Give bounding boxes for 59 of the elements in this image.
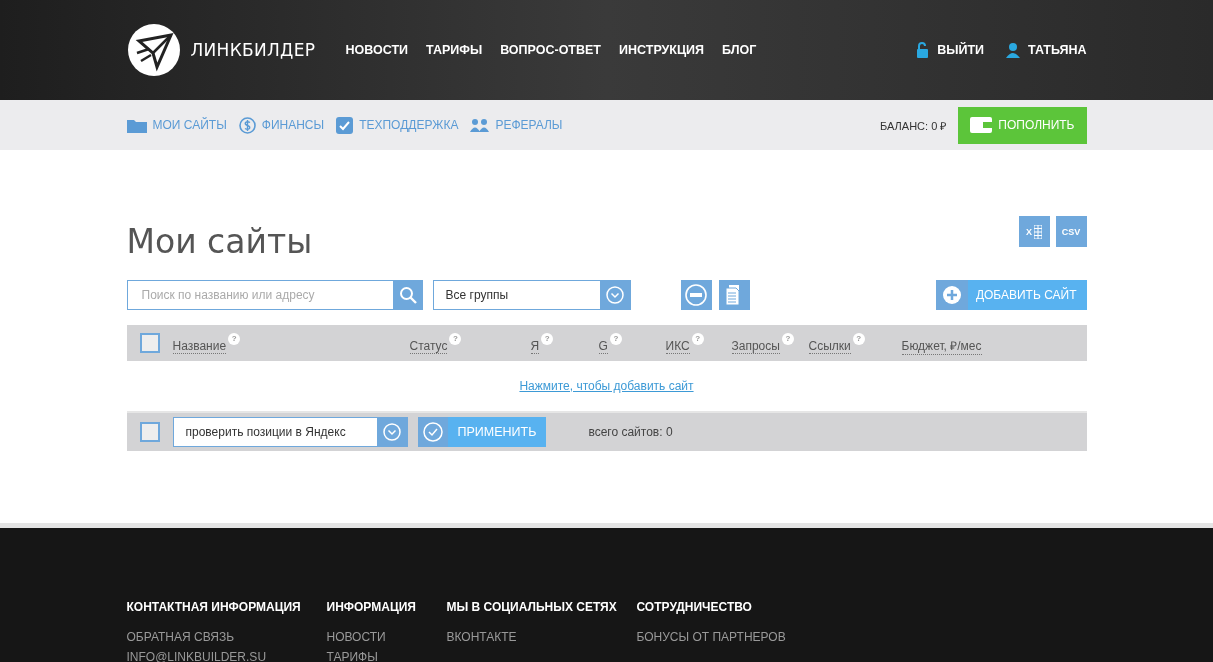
- check-badge-icon: [336, 116, 354, 134]
- site-count-text: всего сайтов: 0: [588, 425, 673, 439]
- column-header[interactable]: Бюджет, ₽/мес: [901, 337, 982, 355]
- footer-link[interactable]: INFO@LINKBUILDER.SU: [126, 650, 267, 662]
- footer-link[interactable]: НОВОСТИ: [326, 630, 386, 644]
- chevron-down-icon: [605, 286, 624, 304]
- check-circle-icon: [422, 422, 443, 442]
- column-header[interactable]: Я: [530, 338, 540, 354]
- column-header[interactable]: ИКС: [665, 338, 690, 354]
- column-header[interactable]: Ссылки: [808, 338, 851, 354]
- people-icon: [470, 117, 490, 133]
- balance-text: БАЛАНС: 0 ₽: [880, 118, 947, 133]
- help-icon[interactable]: ?: [691, 332, 704, 345]
- nav-link[interactable]: ВОПРОС-ОТВЕТ: [500, 43, 601, 57]
- dollar-coin-icon: [238, 116, 256, 134]
- footer-link[interactable]: ТАРИФЫ: [326, 650, 378, 662]
- search-field[interactable]: Поиск по названию или адресу: [126, 280, 393, 310]
- help-icon[interactable]: ?: [228, 332, 241, 345]
- help-icon[interactable]: ?: [449, 332, 462, 345]
- action-dropdown[interactable]: проверить позиции в Яндекс: [172, 417, 408, 447]
- checkbox[interactable]: [139, 422, 160, 442]
- unlocked-padlock-icon: [915, 42, 930, 58]
- plus-circle-icon: [942, 286, 961, 304]
- page-title: Мои сайты: [126, 222, 313, 261]
- column-header[interactable]: Название: [172, 338, 227, 354]
- wallet-icon: [970, 117, 993, 133]
- help-icon[interactable]: ?: [541, 332, 554, 345]
- footer-heading: ИНФОРМАЦИЯ: [326, 600, 416, 614]
- minus-circle-icon: [685, 284, 707, 306]
- nav-link[interactable]: ИНСТРУКЦИЯ: [619, 43, 705, 57]
- folder-icon: [126, 117, 147, 133]
- paper-plane-logo-icon: [126, 23, 181, 77]
- logout-link[interactable]: ВЫЙТИ: [915, 42, 985, 58]
- document-button[interactable]: [718, 280, 750, 310]
- footer-heading: МЫ В СОЦИАЛЬНЫХ СЕТЯХ: [446, 600, 617, 614]
- logo-text[interactable]: ЛИНКБИЛДЕР: [190, 40, 316, 60]
- remove-button[interactable]: [680, 280, 712, 310]
- search-icon: [398, 286, 417, 304]
- footer-heading: СОТРУДНИЧЕСТВО: [636, 600, 752, 614]
- column-header[interactable]: G: [598, 338, 608, 354]
- footer-link[interactable]: БОНУСЫ ОТ ПАРТНЕРОВ: [636, 630, 786, 644]
- column-header[interactable]: Запросы: [731, 338, 780, 354]
- footer-link[interactable]: ОБРАТНАЯ СВЯЗЬ: [126, 630, 235, 644]
- footer-link[interactable]: ВКОНТАКТЕ: [446, 630, 517, 644]
- search-button[interactable]: [392, 280, 423, 310]
- group-dropdown[interactable]: Все группы: [432, 280, 631, 310]
- nav-link[interactable]: БЛОГ: [722, 43, 757, 57]
- add-site-link[interactable]: Нажмите, чтобы добавить сайт: [519, 379, 694, 393]
- footer-heading: КОНТАКТНАЯ ИНФОРМАЦИЯ: [126, 600, 301, 614]
- help-icon[interactable]: ?: [781, 332, 794, 345]
- nav-link[interactable]: НОВОСТИ: [345, 43, 409, 57]
- user-icon: [1006, 42, 1021, 58]
- checkbox[interactable]: [139, 333, 160, 353]
- nav-link[interactable]: ТАРИФЫ: [426, 43, 483, 57]
- user-link[interactable]: ТАТЬЯНА: [1006, 42, 1087, 58]
- column-header[interactable]: Статус: [409, 338, 448, 354]
- help-icon[interactable]: ?: [852, 332, 865, 345]
- help-icon[interactable]: ?: [609, 332, 622, 345]
- chevron-down-icon: [382, 423, 401, 441]
